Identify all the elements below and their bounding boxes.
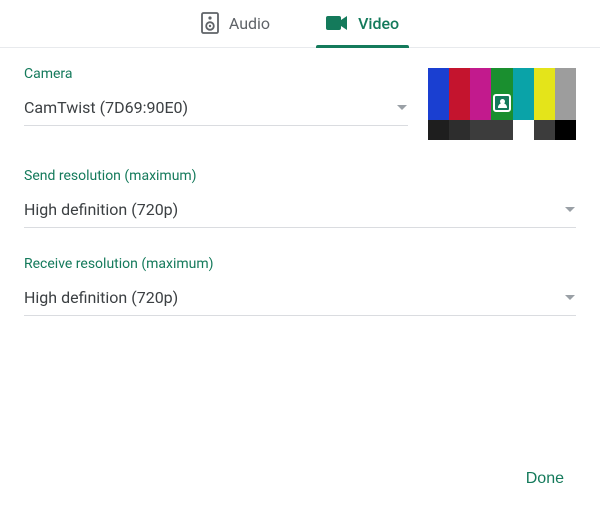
chevron-down-icon (564, 206, 576, 214)
camera-label: Camera (24, 66, 408, 82)
send-resolution-label: Send resolution (maximum) (24, 168, 576, 184)
settings-content: Camera CamTwist (7D69:90E0) (0, 48, 600, 462)
camera-select[interactable]: CamTwist (7D69:90E0) (24, 92, 408, 126)
video-camera-icon (326, 15, 348, 31)
tab-video-label: Video (358, 14, 399, 33)
done-button[interactable]: Done (514, 462, 576, 496)
person-overlay-icon (493, 94, 511, 112)
tab-audio[interactable]: Audio (197, 0, 274, 47)
receive-resolution-value: High definition (720p) (24, 288, 178, 307)
send-resolution-value: High definition (720p) (24, 200, 178, 219)
tab-audio-label: Audio (229, 14, 270, 33)
speaker-icon (201, 12, 219, 34)
tab-video[interactable]: Video (322, 0, 403, 47)
footer: Done (0, 462, 600, 522)
camera-value: CamTwist (7D69:90E0) (24, 98, 188, 117)
tabs: Audio Video (0, 0, 600, 48)
receive-resolution-select[interactable]: High definition (720p) (24, 282, 576, 316)
camera-preview (428, 68, 576, 140)
chevron-down-icon (564, 294, 576, 302)
receive-resolution-label: Receive resolution (maximum) (24, 256, 576, 272)
send-resolution-select[interactable]: High definition (720p) (24, 194, 576, 228)
chevron-down-icon (396, 104, 408, 112)
